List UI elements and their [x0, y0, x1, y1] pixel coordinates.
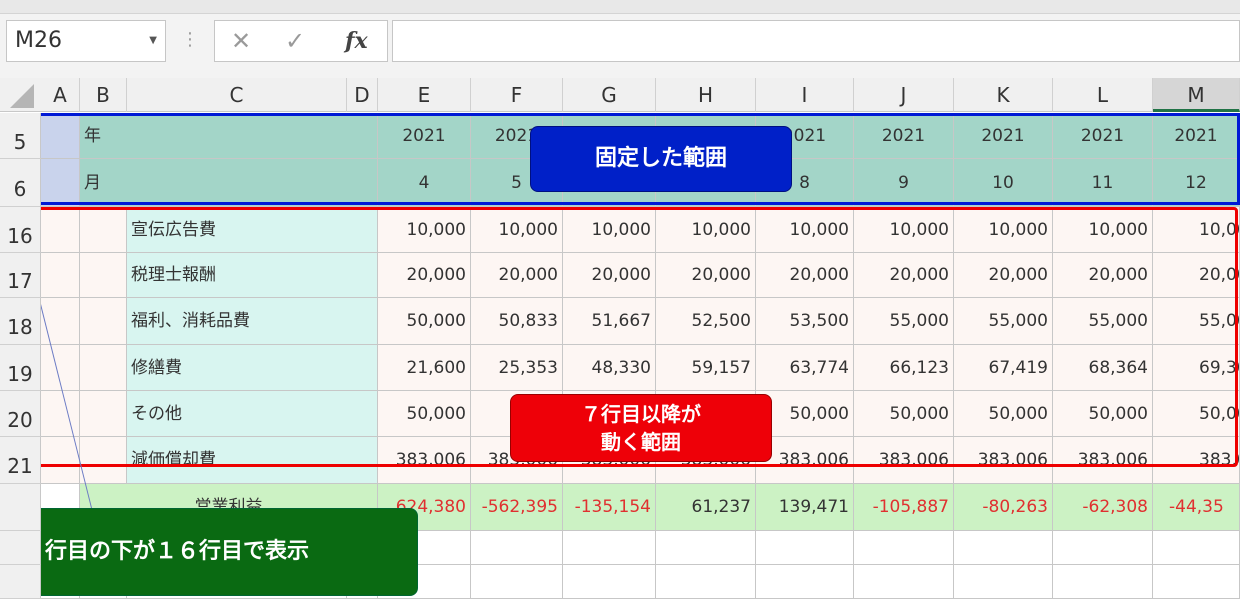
- column-header-c[interactable]: C: [127, 78, 347, 112]
- row-note-text: ６行目の下が１６行目で表示: [23, 539, 310, 564]
- fixed-range-text: 固定した範囲: [594, 146, 727, 171]
- empty-cell[interactable]: [1053, 531, 1153, 565]
- empty-cell[interactable]: [756, 565, 854, 599]
- row-header-21[interactable]: 21: [0, 437, 41, 484]
- insert-function-icon[interactable]: fx: [345, 21, 368, 61]
- column-header-k[interactable]: K: [954, 78, 1053, 112]
- row-header-19[interactable]: 19: [0, 345, 41, 391]
- empty-cell[interactable]: [563, 531, 656, 565]
- chevron-down-icon[interactable]: ▼: [149, 21, 157, 61]
- empty-cell[interactable]: [471, 565, 563, 599]
- cancel-icon[interactable]: ✕: [231, 21, 251, 61]
- profit-value-i[interactable]: 139,471: [756, 484, 854, 531]
- select-all-corner[interactable]: [0, 78, 41, 112]
- column-header-g[interactable]: G: [563, 78, 656, 112]
- moving-range-text-1: ７行目以降が: [581, 402, 701, 426]
- empty-cell[interactable]: [954, 531, 1053, 565]
- row-note-callout: ６行目の下が１６行目で表示: [2, 508, 418, 596]
- profit-value-m[interactable]: -44,35: [1153, 484, 1240, 531]
- column-header-m[interactable]: M: [1153, 78, 1240, 112]
- moving-range-text-2: 動く範囲: [601, 430, 681, 454]
- empty-cell[interactable]: [756, 531, 854, 565]
- profit-value-j[interactable]: -105,887: [854, 484, 954, 531]
- row-header-blank[interactable]: [0, 565, 41, 599]
- name-box[interactable]: M26 ▼: [6, 20, 166, 62]
- row-header-6[interactable]: 6: [0, 159, 41, 207]
- empty-cell[interactable]: [1153, 531, 1240, 565]
- more-options-icon[interactable]: ⋮: [181, 20, 199, 62]
- column-header-f[interactable]: F: [471, 78, 563, 112]
- empty-cell[interactable]: [954, 565, 1053, 599]
- moving-range-callout: ７行目以降が 動く範囲: [510, 394, 772, 462]
- empty-cell[interactable]: [854, 531, 954, 565]
- row-header-16[interactable]: 16: [0, 207, 41, 253]
- formula-input[interactable]: [392, 20, 1240, 62]
- row-header-blank[interactable]: [0, 531, 41, 565]
- empty-cell[interactable]: [854, 565, 954, 599]
- row-header-20[interactable]: 20: [0, 391, 41, 437]
- empty-cell[interactable]: [1053, 565, 1153, 599]
- empty-cell[interactable]: [471, 531, 563, 565]
- row-header-17[interactable]: 17: [0, 253, 41, 298]
- column-header-j[interactable]: J: [854, 78, 954, 112]
- profit-value-f[interactable]: -562,395: [471, 484, 563, 531]
- profit-value-k[interactable]: -80,263: [954, 484, 1053, 531]
- column-header-i[interactable]: I: [756, 78, 854, 112]
- row-header-5[interactable]: 5: [0, 113, 41, 159]
- column-header-bar: ABCDEFGHIJKLM: [0, 78, 1240, 112]
- ribbon-strip: [0, 0, 1240, 14]
- formula-bar: M26 ▼ ⋮ ✕ ✓ fx: [0, 14, 1240, 78]
- enter-icon[interactable]: ✓: [285, 21, 305, 61]
- column-header-h[interactable]: H: [656, 78, 756, 112]
- column-header-l[interactable]: L: [1053, 78, 1153, 112]
- row-header-18[interactable]: 18: [0, 298, 41, 345]
- formula-buttons: ✕ ✓ fx: [214, 20, 388, 62]
- column-header-b[interactable]: B: [80, 78, 127, 112]
- fixed-range-callout: 固定した範囲: [530, 126, 792, 192]
- profit-value-l[interactable]: -62,308: [1053, 484, 1153, 531]
- empty-cell[interactable]: [1153, 565, 1240, 599]
- empty-cell[interactable]: [656, 565, 756, 599]
- empty-cell[interactable]: [563, 565, 656, 599]
- empty-cell[interactable]: [656, 531, 756, 565]
- name-box-value: M26: [15, 28, 62, 53]
- profit-value-h[interactable]: 61,237: [656, 484, 756, 531]
- column-header-d[interactable]: D: [347, 78, 378, 112]
- column-header-e[interactable]: E: [378, 78, 471, 112]
- profit-value-g[interactable]: -135,154: [563, 484, 656, 531]
- column-header-a[interactable]: A: [41, 78, 80, 112]
- row-header-blank[interactable]: [0, 484, 41, 531]
- select-all-icon: [10, 84, 34, 108]
